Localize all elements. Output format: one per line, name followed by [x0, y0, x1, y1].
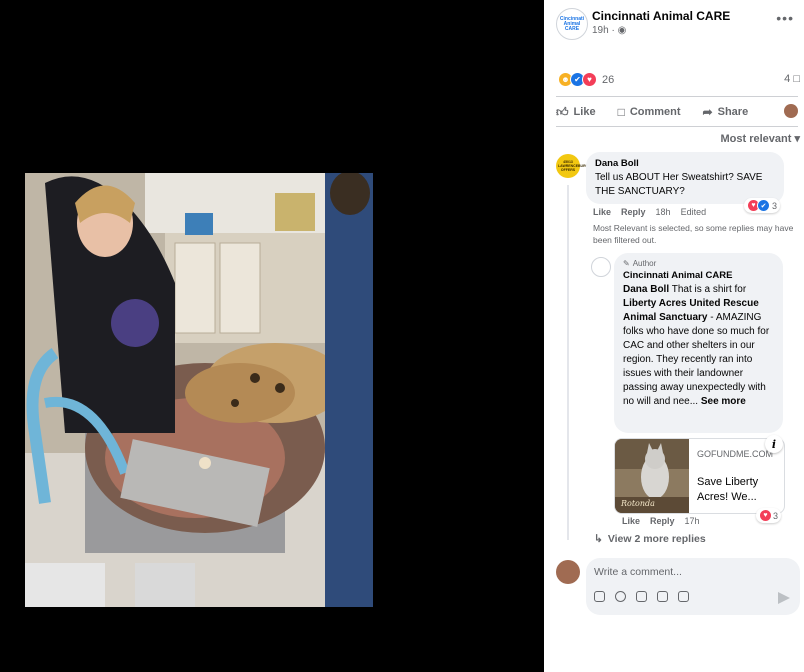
divider	[556, 96, 798, 97]
filter-note: Most Relevant is selected, so some repli…	[593, 223, 794, 245]
pencil-icon: ✎	[623, 259, 630, 268]
page-avatar[interactable]: Cincinnati Animal CARE	[556, 8, 588, 40]
comment-edited[interactable]: Edited	[681, 207, 707, 217]
thumbs-up-icon: 👍︎	[556, 104, 569, 119]
share-arrow-icon: ➦	[702, 105, 713, 119]
comment-reactions[interactable]: ♥ ✔ 3	[744, 198, 781, 213]
page-avatar-logo-text: Cincinnati Animal CARE	[559, 15, 585, 32]
link-domain: GOFUNDME.COM	[697, 449, 773, 459]
sticker-icon[interactable]	[678, 591, 689, 602]
like-button[interactable]: 👍︎ Like	[556, 105, 596, 120]
reply-bubble: ✎ Author Cincinnati Animal CARE Dana Bol…	[614, 253, 783, 433]
post-time[interactable]: 19h ·	[592, 25, 618, 36]
comment-input[interactable]: Write a comment...	[594, 566, 682, 578]
comment-bubble: Dana Boll Tell us ABOUT Her Sweatshirt? …	[586, 152, 784, 204]
reply-reaction-count: 3	[773, 510, 779, 521]
comment-like-link[interactable]: Like	[593, 207, 611, 217]
caret-down-icon: ▾	[794, 133, 800, 145]
reaction-as-avatar[interactable]	[784, 104, 798, 118]
avatar-sticker-icon[interactable]	[594, 591, 605, 602]
reply-author-avatar[interactable]	[591, 257, 611, 277]
info-icon[interactable]: i	[765, 435, 783, 453]
comment-text: Tell us ABOUT Her Sweatshirt? SAVE THE S…	[595, 172, 763, 197]
thumb-caption: Rotonda	[621, 499, 655, 508]
link-thumbnail: Rotonda	[615, 439, 689, 513]
comment-reaction-count: 3	[772, 200, 778, 211]
action-bar: 👍︎ Like □ Comment ➦ Share	[556, 101, 804, 123]
reply-text: Dana Boll That is a shirt for Liberty Ac…	[623, 283, 774, 409]
photo-viewer	[0, 0, 544, 672]
view-more-label: View 2 more replies	[607, 533, 706, 545]
reply-like-link[interactable]: Like	[622, 516, 640, 526]
comment-button[interactable]: □ Comment	[618, 105, 681, 119]
gif-icon[interactable]	[657, 591, 668, 602]
link-title: Save Liberty Acres! We...	[697, 476, 759, 503]
author-badge: ✎ Author	[623, 259, 774, 268]
comment-time[interactable]: 18h	[656, 207, 671, 217]
like-label: Like	[573, 106, 596, 118]
reply-time[interactable]: 17h	[685, 516, 700, 526]
comment-composer[interactable]: Write a comment...	[586, 558, 800, 615]
comment-icon: □	[617, 105, 625, 119]
reply-reactions[interactable]: ♥ 3	[756, 508, 782, 523]
comment-count[interactable]: 4 □	[784, 73, 800, 85]
emoji-icon[interactable]	[615, 591, 626, 602]
reply-reply-link[interactable]: Reply	[650, 516, 675, 526]
current-user-avatar[interactable]	[556, 560, 580, 584]
photo-image	[25, 173, 373, 607]
page-name[interactable]: Cincinnati Animal CARE	[592, 9, 730, 23]
share-button[interactable]: ➦ Share	[703, 105, 749, 119]
more-options-icon[interactable]: •••	[776, 10, 794, 26]
comment-author[interactable]: Dana Boll	[595, 158, 775, 169]
comment-bubble-icon: □	[793, 73, 800, 85]
comment-reply-link[interactable]: Reply	[621, 207, 646, 217]
thread-line	[567, 185, 569, 540]
reaction-count: 26	[602, 73, 615, 86]
reply-arrow-icon: ↳	[594, 533, 603, 545]
comment-label: Comment	[629, 106, 681, 118]
share-label: Share	[717, 106, 749, 118]
comment-actions: Like Reply 18h Edited	[593, 207, 716, 217]
send-icon[interactable]	[778, 592, 790, 604]
link-preview-card[interactable]: Rotonda GOFUNDME.COM Save Liberty Acres!…	[614, 438, 785, 514]
love-icon: ♥	[582, 72, 597, 87]
view-more-replies-link[interactable]: ↳ View 2 more replies	[594, 533, 706, 545]
like-icon: ✔	[757, 199, 770, 212]
see-more-link[interactable]: See more	[698, 396, 746, 407]
author-badge-label: Author	[632, 259, 657, 268]
sort-comments-dropdown[interactable]: Most relevant ▾	[720, 132, 800, 145]
reply-author[interactable]: Cincinnati Animal CARE	[623, 270, 774, 281]
reply-text-part: That is a shirt for	[669, 284, 747, 295]
composer-tools	[594, 591, 699, 602]
post-meta: 19h · ◉	[592, 25, 626, 36]
divider	[556, 126, 798, 127]
post-panel: Cincinnati Animal CARE Cincinnati Animal…	[544, 0, 804, 672]
reply-actions: Like Reply 17h	[622, 516, 710, 526]
reaction-summary[interactable]: ☻ ✔ ♥ 26	[558, 72, 614, 87]
reply-text-part: - AMAZING folks who have done so much fo…	[623, 312, 770, 407]
mention-link[interactable]: Dana Boll	[623, 284, 669, 295]
love-icon: ♥	[759, 509, 772, 522]
comment-count-value: 4	[784, 73, 791, 85]
sort-label: Most relevant	[720, 133, 792, 145]
commenter-avatar-text: 45013 LAWRENCEBURG OFFERS	[558, 160, 589, 172]
camera-icon[interactable]	[636, 591, 647, 602]
commenter-avatar[interactable]: 45013 LAWRENCEBURG OFFERS	[556, 154, 589, 178]
post-photo[interactable]	[25, 173, 373, 607]
globe-icon: ◉	[617, 25, 627, 36]
